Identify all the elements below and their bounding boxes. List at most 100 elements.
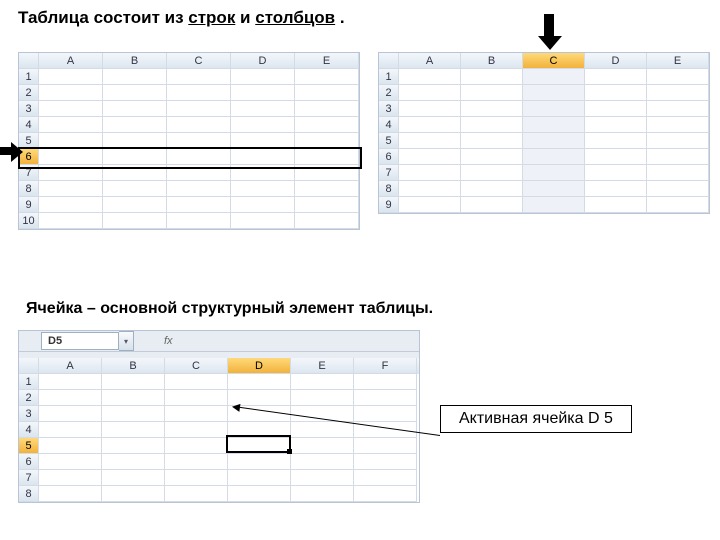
cell-C5[interactable] <box>523 133 585 149</box>
select-all-corner[interactable] <box>19 53 39 69</box>
cell-C4[interactable] <box>165 422 228 438</box>
cell-B1[interactable] <box>102 374 165 390</box>
cell-C5[interactable] <box>165 438 228 454</box>
row-header-2[interactable]: 2 <box>379 85 399 101</box>
cell-A5[interactable] <box>39 133 103 149</box>
cell-E8[interactable] <box>291 486 354 502</box>
cell-C7[interactable] <box>167 165 231 181</box>
cell-D1[interactable] <box>228 374 291 390</box>
cell-A4[interactable] <box>399 117 461 133</box>
cell-D8[interactable] <box>231 181 295 197</box>
cell-B6[interactable] <box>103 149 167 165</box>
row-header-3[interactable]: 3 <box>379 101 399 117</box>
cell-A5[interactable] <box>39 438 102 454</box>
cell-D4[interactable] <box>231 117 295 133</box>
cell-B3[interactable] <box>103 101 167 117</box>
cell-C7[interactable] <box>165 470 228 486</box>
cell-E4[interactable] <box>291 422 354 438</box>
row-header-8[interactable]: 8 <box>379 181 399 197</box>
cell-C10[interactable] <box>167 213 231 229</box>
cell-E2[interactable] <box>291 390 354 406</box>
cell-C2[interactable] <box>167 85 231 101</box>
col-header-E[interactable]: E <box>295 53 359 69</box>
name-box-dropdown-icon[interactable]: ▾ <box>119 331 134 351</box>
row-header-2[interactable]: 2 <box>19 85 39 101</box>
cell-D7[interactable] <box>231 165 295 181</box>
cell-E5[interactable] <box>291 438 354 454</box>
cell-C8[interactable] <box>523 181 585 197</box>
row-header-9[interactable]: 9 <box>19 197 39 213</box>
cell-A7[interactable] <box>39 165 103 181</box>
cell-F6[interactable] <box>354 454 417 470</box>
cell-A10[interactable] <box>39 213 103 229</box>
cell-D8[interactable] <box>228 486 291 502</box>
cell-D9[interactable] <box>231 197 295 213</box>
row-header-8[interactable]: 8 <box>19 181 39 197</box>
cell-C9[interactable] <box>167 197 231 213</box>
cell-B4[interactable] <box>461 117 523 133</box>
cell-C9[interactable] <box>523 197 585 213</box>
cell-E4[interactable] <box>647 117 709 133</box>
cell-B7[interactable] <box>102 470 165 486</box>
cell-E5[interactable] <box>647 133 709 149</box>
cell-B5[interactable] <box>102 438 165 454</box>
row-header-1[interactable]: 1 <box>19 69 39 85</box>
cell-D1[interactable] <box>231 69 295 85</box>
cell-A9[interactable] <box>399 197 461 213</box>
cell-C2[interactable] <box>165 390 228 406</box>
name-box[interactable]: D5 <box>41 332 119 350</box>
fx-label[interactable]: fx <box>164 335 173 347</box>
cell-B5[interactable] <box>461 133 523 149</box>
cell-B4[interactable] <box>103 117 167 133</box>
cell-F2[interactable] <box>354 390 417 406</box>
cell-B7[interactable] <box>461 165 523 181</box>
col-header-B[interactable]: B <box>103 53 167 69</box>
row-header-6[interactable]: 6 <box>19 454 39 470</box>
cell-A2[interactable] <box>39 390 102 406</box>
cell-E8[interactable] <box>295 181 359 197</box>
cell-A3[interactable] <box>399 101 461 117</box>
cell-D7[interactable] <box>228 470 291 486</box>
cell-E9[interactable] <box>295 197 359 213</box>
cell-E6[interactable] <box>291 454 354 470</box>
cell-E3[interactable] <box>295 101 359 117</box>
cell-A7[interactable] <box>39 470 102 486</box>
cell-B1[interactable] <box>103 69 167 85</box>
row-header-7[interactable]: 7 <box>19 470 39 486</box>
cell-B8[interactable] <box>103 181 167 197</box>
cell-B6[interactable] <box>461 149 523 165</box>
row-header-1[interactable]: 1 <box>19 374 39 390</box>
cell-C1[interactable] <box>165 374 228 390</box>
row-header-7[interactable]: 7 <box>19 165 39 181</box>
cell-E2[interactable] <box>647 85 709 101</box>
row-header-9[interactable]: 9 <box>379 197 399 213</box>
cell-A1[interactable] <box>39 374 102 390</box>
cell-E10[interactable] <box>295 213 359 229</box>
cell-C1[interactable] <box>523 69 585 85</box>
cell-B5[interactable] <box>103 133 167 149</box>
cell-C2[interactable] <box>523 85 585 101</box>
col-header-E[interactable]: E <box>647 53 709 69</box>
cell-E7[interactable] <box>295 165 359 181</box>
cell-A9[interactable] <box>39 197 103 213</box>
cell-E1[interactable] <box>295 69 359 85</box>
cell-D5[interactable] <box>228 438 291 454</box>
row-header-8[interactable]: 8 <box>19 486 39 502</box>
cell-C3[interactable] <box>165 406 228 422</box>
cell-C5[interactable] <box>167 133 231 149</box>
cell-D6[interactable] <box>585 149 647 165</box>
col-header-D[interactable]: D <box>228 358 291 374</box>
cell-C1[interactable] <box>167 69 231 85</box>
col-header-C[interactable]: C <box>165 358 228 374</box>
col-header-A[interactable]: A <box>39 358 102 374</box>
cell-E1[interactable] <box>647 69 709 85</box>
cell-D4[interactable] <box>585 117 647 133</box>
cell-B2[interactable] <box>102 390 165 406</box>
cell-D2[interactable] <box>231 85 295 101</box>
cell-D4[interactable] <box>228 422 291 438</box>
cell-A4[interactable] <box>39 422 102 438</box>
row-header-3[interactable]: 3 <box>19 101 39 117</box>
cell-D3[interactable] <box>231 101 295 117</box>
cell-D2[interactable] <box>585 85 647 101</box>
cell-A8[interactable] <box>39 181 103 197</box>
